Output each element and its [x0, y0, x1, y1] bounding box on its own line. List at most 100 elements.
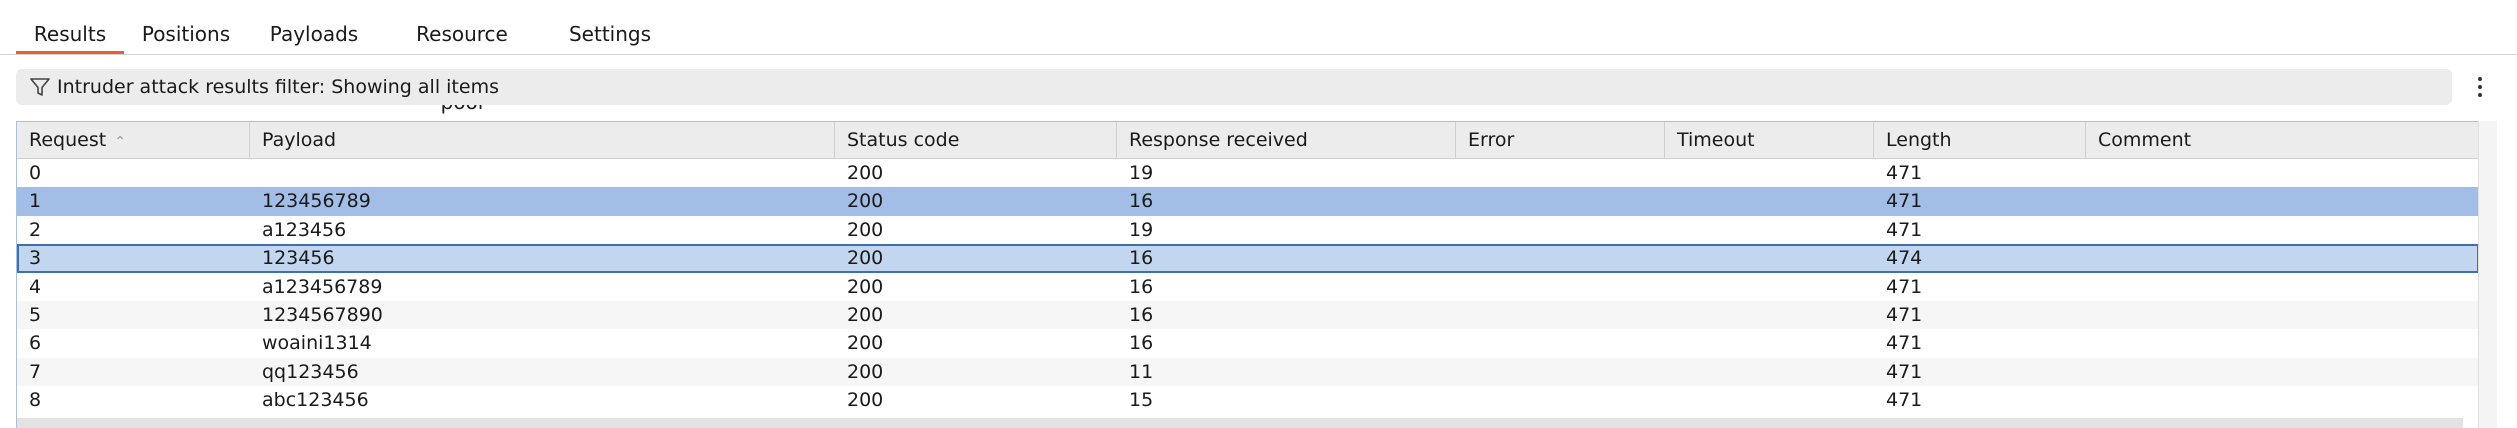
cell-payload: a123456 [262, 218, 347, 241]
cell-length: 471 [1886, 275, 1923, 298]
cell-request: 6 [29, 332, 42, 355]
table-row[interactable]: 5 1234567890 200 16 471 [17, 300, 2479, 330]
horizontal-scrollbar[interactable] [17, 418, 2463, 428]
cell-timeout [1665, 273, 1677, 301]
table-row[interactable]: 8 abc123456 200 15 471 [17, 386, 2479, 414]
cell-comment [2086, 329, 2098, 357]
cell-response-received: 16 [1129, 332, 1154, 355]
cell-error [1456, 329, 1468, 357]
cell-timeout [1665, 159, 1677, 187]
cell-length: 471 [1886, 218, 1923, 241]
column-header-comment[interactable]: Comment [2086, 122, 2479, 158]
tab-resource-pool[interactable]: Resource pool [392, 0, 532, 114]
column-header-payload[interactable]: Payload [250, 122, 835, 158]
cell-status-code: 200 [847, 247, 884, 270]
cell-payload: 1234567890 [262, 303, 383, 326]
cell-length: 471 [1886, 332, 1923, 355]
results-filter-bar[interactable]: Intruder attack results filter: Showing … [16, 69, 2452, 105]
cell-status-code: 200 [847, 303, 884, 326]
tab-results[interactable]: Results [16, 0, 124, 54]
column-header-error[interactable]: Error [1456, 122, 1665, 158]
cell-comment [2086, 386, 2098, 414]
tab-settings[interactable]: Settings [560, 0, 660, 54]
cell-error [1456, 301, 1468, 329]
cell-response-received: 16 [1129, 303, 1154, 326]
sort-ascending-icon: ⌃ [114, 134, 126, 150]
cell-payload: woaini1314 [262, 332, 372, 355]
cell-payload: 123456 [262, 247, 335, 270]
filter-label: Intruder attack results filter: Showing … [57, 76, 499, 98]
cell-comment [2086, 159, 2098, 187]
results-table: Request ⌃ Payload Status code Response re… [16, 121, 2496, 428]
cell-status-code: 200 [847, 162, 884, 184]
cell-response-received: 16 [1129, 190, 1154, 213]
cell-request: 4 [29, 275, 42, 298]
cell-status-code: 200 [847, 218, 884, 241]
cell-response-received: 11 [1129, 360, 1154, 383]
cell-response-received: 16 [1129, 275, 1154, 298]
table-row[interactable]: 0 200 19 471 [17, 159, 2479, 187]
cell-status-code: 200 [847, 275, 884, 298]
kebab-menu-icon[interactable] [2465, 69, 2495, 105]
cell-error [1456, 216, 1468, 244]
cell-length: 471 [1886, 389, 1923, 412]
cell-timeout [1665, 216, 1677, 244]
cell-length: 471 [1886, 162, 1923, 184]
cell-error [1456, 358, 1468, 386]
cell-request: 1 [29, 190, 42, 213]
cell-response-received: 19 [1129, 218, 1154, 241]
cell-payload: abc123456 [262, 389, 369, 412]
cell-status-code: 200 [847, 332, 884, 355]
cell-length: 471 [1886, 360, 1923, 383]
cell-comment [2086, 301, 2098, 329]
table-row[interactable]: 2 a123456 200 19 471 [17, 216, 2479, 244]
column-header-timeout[interactable]: Timeout [1665, 122, 1874, 158]
cell-error [1456, 159, 1468, 187]
table-row-selected[interactable]: 1 123456789 200 16 471 [17, 187, 2479, 216]
cell-response-received: 19 [1129, 162, 1154, 184]
cell-status-code: 200 [847, 389, 884, 412]
cell-request: 7 [29, 360, 42, 383]
table-row-focused[interactable]: 3 123456 200 16 474 [17, 244, 2479, 274]
cell-error [1456, 386, 1468, 414]
column-header-request[interactable]: Request ⌃ [17, 122, 250, 158]
table-row[interactable]: 6 woaini1314 200 16 471 [17, 329, 2479, 357]
cell-request: 3 [29, 247, 42, 270]
cell-timeout [1665, 358, 1677, 386]
cell-timeout [1665, 187, 1677, 215]
cell-timeout [1665, 246, 1677, 274]
tab-positions[interactable]: Positions [134, 0, 238, 54]
column-header-length[interactable]: Length [1874, 122, 2086, 158]
cell-comment [2086, 246, 2098, 274]
table-row[interactable]: 7 qq123456 200 11 471 [17, 357, 2479, 387]
cell-comment [2086, 273, 2098, 301]
tab-payloads[interactable]: Payloads [264, 0, 364, 54]
cell-request: 0 [29, 162, 42, 184]
vertical-scrollbar[interactable] [2478, 121, 2497, 428]
column-header-status-code[interactable]: Status code [835, 122, 1117, 158]
table-body: 0 200 19 471 1 123456789 200 16 471 2 a1… [17, 159, 2479, 415]
filter-icon [30, 78, 50, 96]
cell-payload: qq123456 [262, 360, 359, 383]
column-header-response-received[interactable]: Response received [1117, 122, 1456, 158]
cell-request: 2 [29, 218, 42, 241]
cell-comment [2086, 216, 2098, 244]
table-header: Request ⌃ Payload Status code Response re… [17, 122, 2479, 159]
cell-length: 474 [1886, 247, 1923, 270]
cell-timeout [1665, 301, 1677, 329]
cell-payload: 123456789 [262, 190, 371, 213]
cell-error [1456, 246, 1468, 274]
cell-request: 5 [29, 303, 42, 326]
cell-length: 471 [1886, 190, 1923, 213]
cell-timeout [1665, 329, 1677, 357]
column-header-label: Request [29, 129, 107, 151]
table-row[interactable]: 4 a123456789 200 16 471 [17, 273, 2479, 301]
cell-request: 8 [29, 389, 42, 412]
tab-bar: Results Positions Payloads Resource pool… [0, 0, 2517, 114]
cell-status-code: 200 [847, 360, 884, 383]
cell-timeout [1665, 386, 1677, 414]
cell-response-received: 16 [1129, 247, 1154, 270]
cell-response-received: 15 [1129, 389, 1154, 412]
cell-error [1456, 273, 1468, 301]
cell-length: 471 [1886, 303, 1923, 326]
